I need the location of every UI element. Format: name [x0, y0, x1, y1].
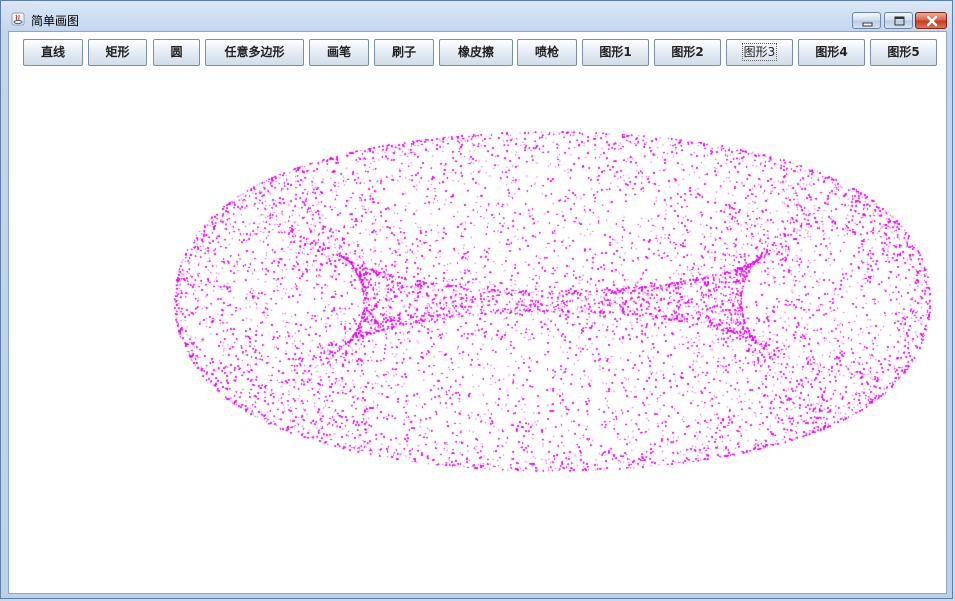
- toolbar: 直线 矩形 圆 任意多边形 画笔 刷子 橡皮擦 喷枪 图形1 图形2 图形3 图…: [9, 32, 946, 70]
- line-tool-button[interactable]: 直线: [23, 39, 83, 66]
- close-button[interactable]: [915, 12, 947, 29]
- shape3-button[interactable]: 图形3: [726, 39, 793, 66]
- circle-tool-label: 圆: [170, 45, 183, 59]
- window-title: 简单画图: [31, 14, 80, 28]
- shape3-label: 图形3: [741, 43, 778, 61]
- spray-tool-label: 喷枪: [534, 45, 559, 59]
- title-bar[interactable]: 简单画图: [1, 1, 952, 31]
- shape1-button[interactable]: 图形1: [582, 39, 649, 66]
- polygon-tool-button[interactable]: 任意多边形: [205, 39, 304, 66]
- shape5-label: 图形5: [887, 45, 920, 59]
- brush-tool-button[interactable]: 刷子: [374, 39, 434, 66]
- drawing-canvas[interactable]: [9, 70, 946, 593]
- eraser-tool-label: 橡皮擦: [457, 45, 494, 59]
- minimize-icon: [862, 22, 873, 27]
- pen-tool-label: 画笔: [326, 45, 351, 59]
- rectangle-tool-button[interactable]: 矩形: [88, 39, 147, 66]
- app-window: 简单画图 直线 矩形 圆 任意多边形 画笔 刷子 橡皮擦 喷枪 图形1 图形2 …: [0, 0, 953, 599]
- brush-tool-label: 刷子: [391, 45, 416, 59]
- content-pane: 直线 矩形 圆 任意多边形 画笔 刷子 橡皮擦 喷枪 图形1 图形2 图形3 图…: [8, 31, 947, 594]
- close-icon: [926, 15, 938, 27]
- minimize-button[interactable]: [852, 12, 881, 29]
- shape5-button[interactable]: 图形5: [870, 39, 937, 66]
- pen-tool-button[interactable]: 画笔: [309, 39, 369, 66]
- maximize-button[interactable]: [884, 12, 913, 29]
- shape4-label: 图形4: [815, 45, 848, 59]
- shape2-label: 图形2: [671, 45, 704, 59]
- circle-tool-button[interactable]: 圆: [153, 39, 200, 66]
- shape1-label: 图形1: [599, 45, 632, 59]
- eraser-tool-button[interactable]: 橡皮擦: [439, 39, 513, 66]
- line-tool-label: 直线: [40, 45, 65, 59]
- java-app-icon: [11, 12, 25, 26]
- rectangle-tool-label: 矩形: [105, 45, 130, 59]
- spray-tool-button[interactable]: 喷枪: [517, 39, 577, 66]
- shape4-button[interactable]: 图形4: [798, 39, 865, 66]
- maximize-icon: [894, 16, 905, 26]
- shape2-button[interactable]: 图形2: [654, 39, 721, 66]
- polygon-tool-label: 任意多边形: [224, 45, 285, 59]
